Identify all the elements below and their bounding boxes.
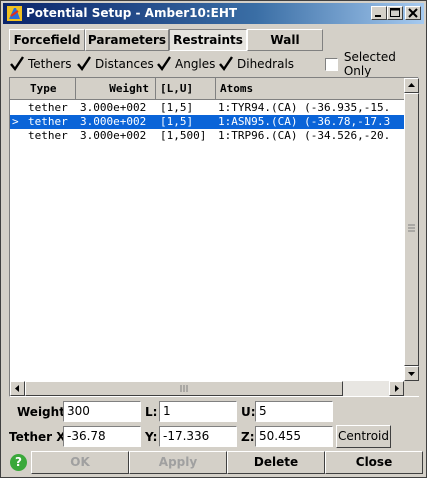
table-row[interactable]: tether 3.000e+002 [1,500] 1:TRP96.(CA) (… <box>10 129 404 143</box>
tab-restraints[interactable]: Restraints <box>169 29 247 51</box>
title-bar[interactable]: Potential Setup - Amber10:EHT <box>3 3 424 24</box>
close-window-button[interactable] <box>405 6 421 20</box>
row-type: tether <box>28 101 68 114</box>
help-icon[interactable]: ? <box>10 454 27 471</box>
y-input[interactable]: -17.336 <box>159 426 237 447</box>
angles-checkbox[interactable]: Angles <box>157 55 215 73</box>
tab-wall[interactable]: Wall <box>247 29 323 51</box>
window-title: Potential Setup - Amber10:EHT <box>26 6 238 20</box>
apply-button[interactable]: Apply <box>129 451 227 474</box>
row-weight: 3.000e+002 <box>80 129 147 142</box>
row-marker: > <box>12 115 19 128</box>
row-type: tether <box>28 129 68 142</box>
row-weight: 3.000e+002 <box>80 115 147 128</box>
table-row-selected[interactable]: > tether 3.000e+002 [1,5] 1:ASN95.(CA) (… <box>10 115 404 129</box>
tab-parameters[interactable]: Parameters <box>85 29 169 51</box>
restraints-table: Type Weight [L,U] Atoms tether 3.000e+00… <box>9 77 419 397</box>
l-label: L: <box>145 405 158 419</box>
row-atoms: 1:ASN95.(CA) (-36.78,-17.3 <box>218 115 391 128</box>
scrollbar-corner <box>404 381 419 396</box>
arrow-up-icon <box>408 83 415 87</box>
centroid-button[interactable]: Centroid <box>336 425 391 448</box>
horizontal-scrollbar[interactable] <box>10 381 404 396</box>
vertical-scrollbar[interactable] <box>404 78 419 381</box>
y-label: Y: <box>145 430 158 444</box>
tethers-label: Tethers <box>28 57 72 71</box>
angles-label: Angles <box>175 57 216 71</box>
arrow-right-icon <box>395 385 399 392</box>
close-icon <box>408 8 418 18</box>
arrow-down-icon <box>408 372 415 376</box>
column-header-type[interactable]: Type <box>10 78 76 100</box>
scroll-up-button[interactable] <box>404 78 419 93</box>
checkmark-icon <box>77 56 91 72</box>
minimize-icon <box>375 15 381 17</box>
l-input[interactable]: 1 <box>159 401 237 422</box>
dihedrals-checkbox[interactable]: Dihedrals <box>219 55 294 73</box>
scroll-right-button[interactable] <box>389 381 404 396</box>
maximize-icon <box>390 8 400 17</box>
tab-forcefield[interactable]: Forcefield <box>9 29 85 51</box>
arrow-left-icon <box>15 385 19 392</box>
row-lu: [1,5] <box>160 101 194 114</box>
horizontal-scroll-thumb[interactable] <box>25 381 343 396</box>
row-lu: [1,500] <box>160 129 207 142</box>
selected-only-checkbox[interactable]: Selected Only <box>325 50 426 78</box>
weight-label: Weight: <box>17 405 70 419</box>
row-atoms: 1:TYR94.(CA) (-36.935,-15. <box>218 101 391 114</box>
tether-x-label: Tether X: <box>9 430 71 444</box>
dihedrals-label: Dihedrals <box>237 57 295 71</box>
close-button[interactable]: Close <box>325 451 423 474</box>
row-type: tether <box>28 115 68 128</box>
checkmark-icon <box>10 56 24 72</box>
z-input[interactable]: 50.455 <box>255 426 333 447</box>
distances-label: Distances <box>95 57 154 71</box>
checkbox-box <box>325 57 338 71</box>
delete-button[interactable]: Delete <box>227 451 325 474</box>
scroll-down-button[interactable] <box>404 366 419 381</box>
vertical-scroll-thumb[interactable] <box>404 93 419 366</box>
column-header-weight[interactable]: Weight <box>76 78 156 100</box>
table-row[interactable]: tether 3.000e+002 [1,5] 1:TYR94.(CA) (-3… <box>10 101 404 115</box>
row-weight: 3.000e+002 <box>80 101 147 114</box>
row-atoms: 1:TRP96.(CA) (-34.526,-20. <box>218 129 391 142</box>
row-lu: [1,5] <box>160 115 194 128</box>
tether-x-input[interactable]: -36.78 <box>63 426 141 447</box>
minimize-button[interactable] <box>371 6 387 20</box>
z-label: Z: <box>241 430 255 444</box>
u-input[interactable]: 5 <box>255 401 333 422</box>
maximize-button[interactable] <box>387 6 403 20</box>
scroll-left-button[interactable] <box>10 381 25 396</box>
u-label: U: <box>241 405 256 419</box>
potential-setup-window: Potential Setup - Amber10:EHT Forcefield… <box>0 0 427 478</box>
app-logo-icon <box>7 6 22 21</box>
distances-checkbox[interactable]: Distances <box>77 55 154 73</box>
ok-button[interactable]: OK <box>31 451 129 474</box>
selected-only-label: Selected Only <box>343 50 396 78</box>
grip-icon <box>408 224 415 232</box>
tethers-checkbox[interactable]: Tethers <box>10 55 72 73</box>
weight-input[interactable]: 300 <box>63 401 141 422</box>
column-header-lu[interactable]: [L,U] <box>156 78 216 100</box>
table-header: Type Weight [L,U] Atoms <box>10 78 404 100</box>
checkmark-icon <box>157 56 171 72</box>
column-header-atoms[interactable]: Atoms <box>216 78 404 100</box>
grip-icon <box>180 385 188 392</box>
checkmark-icon <box>219 56 233 72</box>
